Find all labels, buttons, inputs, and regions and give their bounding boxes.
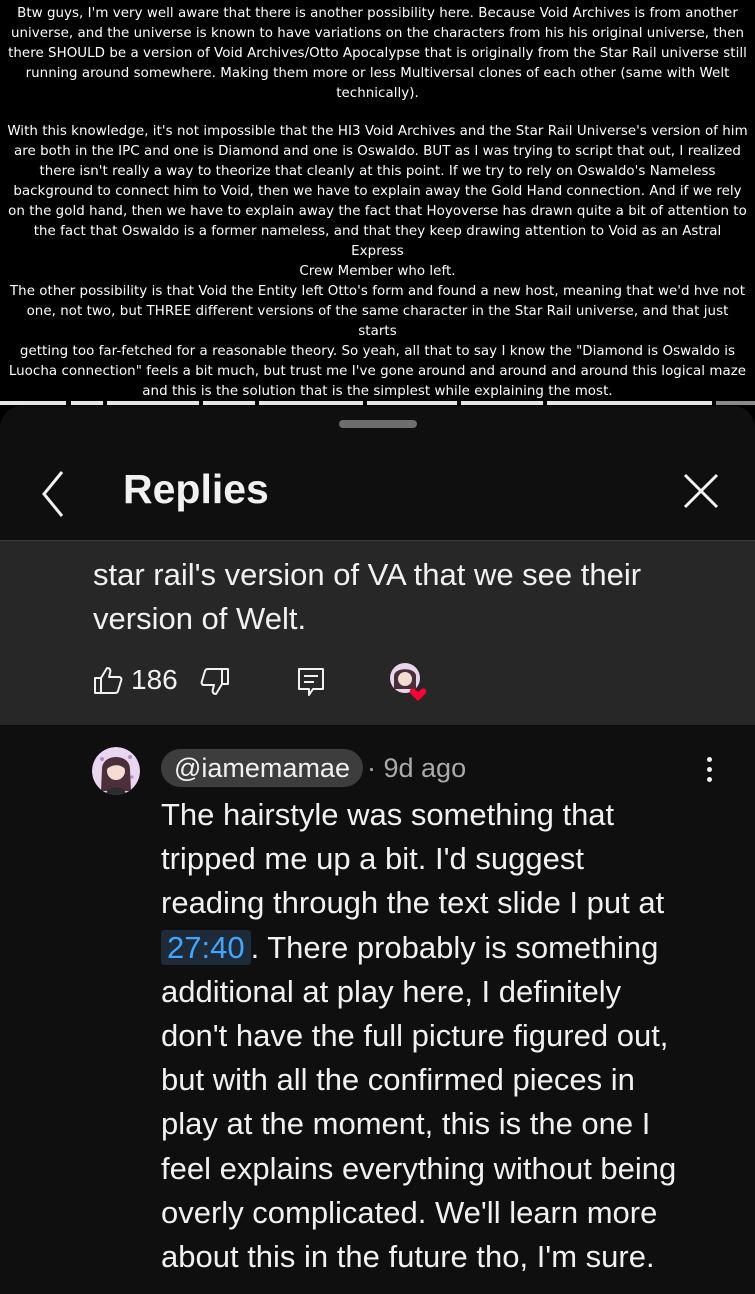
reply-line: about this in the future tho, I'm sure. bbox=[161, 1239, 655, 1275]
close-button[interactable] bbox=[676, 466, 726, 516]
slide-line: The other possibility is that Void the E… bbox=[9, 284, 746, 299]
author-handle[interactable]: @iamemamae bbox=[161, 749, 363, 787]
reply-button[interactable] bbox=[296, 667, 326, 697]
replies-panel: Replies star rail's version of VA that w… bbox=[0, 406, 755, 1294]
slide-line: background to connect him to Void, then … bbox=[13, 184, 742, 199]
slide-line: there isn't really a way to theorize tha… bbox=[39, 164, 716, 179]
reply-line: additional at play here, I definitely bbox=[161, 973, 622, 1009]
slide-line: there SHOULD be a version of Void Archiv… bbox=[8, 46, 747, 61]
parent-comment-line-cut bbox=[93, 541, 733, 553]
video-text-slide: Btw guys, I'm very well aware that there… bbox=[0, 0, 755, 400]
user-avatar-icon bbox=[92, 747, 140, 795]
parent-comment-line: star rail's version of VA that we see th… bbox=[93, 557, 642, 592]
reply-comment: @iamemamae · 9d ago The hairstyle was so… bbox=[0, 725, 755, 1294]
panel-title: Replies bbox=[123, 466, 269, 512]
reply-line: overly complicated. We'll learn more bbox=[161, 1194, 658, 1230]
parent-comment-text: star rail's version of VA that we see th… bbox=[93, 541, 733, 641]
more-dot-icon bbox=[706, 767, 712, 772]
slide-paragraph-3: The other possibility is that Void the E… bbox=[6, 282, 749, 402]
slide-line: technically). bbox=[336, 86, 419, 101]
chapter-segment bbox=[547, 401, 712, 405]
reply-line: tripped me up a bit. I'd suggest bbox=[161, 841, 584, 877]
drag-handle[interactable] bbox=[339, 420, 417, 428]
slide-line: With this knowledge, it's not impossible… bbox=[7, 124, 748, 139]
reply-comment-icon bbox=[298, 668, 324, 696]
avatar[interactable] bbox=[92, 747, 140, 795]
slide-line: Crew Member who left. bbox=[299, 264, 456, 279]
slide-line: running around somewhere. Making them mo… bbox=[25, 66, 730, 81]
slide-line: getting too far-fetched for a reasonable… bbox=[19, 344, 736, 359]
slide-line: and this is the solution that is the sim… bbox=[142, 384, 613, 399]
slide-line: Btw guys, I'm very well aware that there… bbox=[17, 6, 738, 21]
chapter-segment bbox=[716, 401, 755, 405]
slide-line: universe, and the universe is known to h… bbox=[10, 26, 745, 41]
slide-line: are both in the IPC and one is Diamond a… bbox=[14, 144, 741, 159]
chapter-segment bbox=[367, 401, 457, 405]
chapter-segment bbox=[71, 401, 103, 405]
reply-line: don't have the full picture figured out, bbox=[161, 1018, 669, 1054]
slide-paragraph-2: With this knowledge, it's not impossible… bbox=[6, 122, 749, 282]
reply-line: play at the moment, this is the one I bbox=[161, 1106, 651, 1142]
more-dot-icon bbox=[706, 777, 712, 782]
comment-action-bar: 186 bbox=[0, 661, 755, 711]
chapter-segment bbox=[203, 401, 255, 405]
chevron-left-icon bbox=[42, 471, 64, 517]
parent-comment-line: version of Welt. bbox=[93, 601, 307, 636]
slide-line: on the gold hand, then we have to explai… bbox=[8, 204, 747, 219]
comment-meta: · 9d ago bbox=[367, 753, 467, 783]
reply-line: 27:40. There probably is something bbox=[161, 926, 741, 970]
reply-line: feel explains everything without being bbox=[161, 1150, 677, 1186]
slide-paragraph-1: Btw guys, I'm very well aware that there… bbox=[6, 4, 749, 104]
reply-line: The hairstyle was something that bbox=[161, 797, 615, 832]
chapter-segment bbox=[0, 401, 66, 405]
back-button[interactable] bbox=[30, 464, 80, 524]
reply-line-segment: . There probably is something bbox=[250, 929, 659, 965]
dislike-button[interactable] bbox=[200, 667, 230, 697]
comment-age: 9d ago bbox=[383, 753, 467, 783]
chapter-segment bbox=[461, 401, 543, 405]
reply-line: but with all the confirmed pieces in bbox=[161, 1062, 635, 1098]
creator-heart-badge bbox=[388, 661, 430, 703]
more-dot-icon bbox=[706, 757, 712, 762]
chapter-segment bbox=[107, 401, 199, 405]
timestamp-link[interactable]: 27:40 bbox=[161, 929, 251, 965]
chapter-segment bbox=[259, 401, 363, 405]
like-button[interactable] bbox=[93, 665, 123, 695]
thumbs-down-icon bbox=[200, 668, 229, 695]
thumbs-up-icon bbox=[94, 667, 123, 694]
close-icon bbox=[683, 473, 719, 509]
slide-line: the fact that Oswaldo is a former namele… bbox=[33, 224, 722, 259]
parent-comment: star rail's version of VA that we see th… bbox=[0, 541, 755, 725]
more-options-button[interactable] bbox=[698, 757, 720, 791]
creator-avatar-heart-icon bbox=[390, 663, 427, 701]
replies-header: Replies bbox=[0, 440, 755, 540]
slide-line: one, not two, but THREE different versio… bbox=[26, 304, 729, 339]
reply-line: reading through the text slide I put at bbox=[161, 885, 665, 921]
chapter-progress-bar[interactable] bbox=[0, 401, 755, 405]
like-count: 186 bbox=[131, 664, 178, 695]
slide-line: Luocha connection" feels a bit much, but… bbox=[8, 364, 747, 379]
reply-comment-text: The hairstyle was something that tripped… bbox=[161, 793, 741, 1279]
